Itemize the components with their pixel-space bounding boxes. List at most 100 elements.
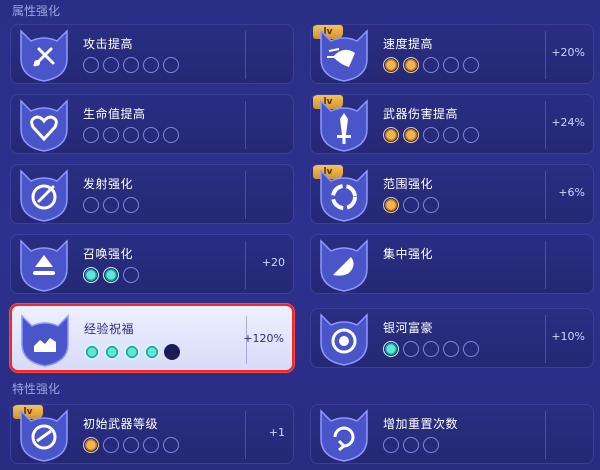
level-pip-filled bbox=[103, 267, 119, 283]
skill-card-exp-blessing[interactable]: 经验祝福 +120% bbox=[10, 304, 294, 372]
level-pips bbox=[83, 127, 179, 143]
card-title: 银河富豪 bbox=[383, 321, 434, 335]
card-value: +20 bbox=[261, 256, 285, 269]
level-pips bbox=[383, 127, 479, 143]
level-pip-empty bbox=[143, 437, 159, 453]
level-pip-empty bbox=[423, 341, 439, 357]
card-value: +24% bbox=[551, 116, 585, 129]
level-pip-filled bbox=[383, 127, 399, 143]
level-pip-empty bbox=[83, 197, 99, 213]
card-title: 速度提高 bbox=[383, 37, 434, 51]
level-pip-empty bbox=[463, 57, 479, 73]
card-title: 攻击提高 bbox=[83, 37, 134, 51]
level-pip-empty bbox=[103, 57, 119, 73]
card-value: +120% bbox=[243, 332, 284, 345]
level-pip-filled bbox=[124, 344, 140, 360]
level-pips bbox=[84, 344, 180, 360]
level-pip-empty bbox=[403, 437, 419, 453]
level-pip-filled bbox=[104, 344, 120, 360]
section-title-trait: 特性强化 bbox=[12, 382, 61, 396]
card-divider bbox=[245, 31, 246, 79]
level-pip-filled bbox=[383, 57, 399, 73]
level-pips bbox=[83, 437, 179, 453]
level-pip-filled bbox=[403, 57, 419, 73]
level-pip-filled bbox=[83, 437, 99, 453]
level-pips bbox=[383, 57, 479, 73]
level-pip-empty bbox=[103, 127, 119, 143]
level-pip-empty bbox=[423, 57, 439, 73]
level-pip-empty bbox=[83, 57, 99, 73]
level-pips bbox=[383, 197, 439, 213]
level-pip-filled bbox=[403, 127, 419, 143]
ring-icon bbox=[320, 169, 368, 222]
level-pip-locked bbox=[164, 344, 180, 360]
focus-icon bbox=[320, 239, 368, 292]
level-pip-empty bbox=[443, 57, 459, 73]
card-title: 经验祝福 bbox=[84, 322, 135, 336]
card-divider bbox=[245, 171, 246, 219]
level-pips bbox=[83, 57, 179, 73]
skill-card-range[interactable]: lv 范围强化 +6% bbox=[310, 164, 594, 224]
launch-icon bbox=[20, 169, 68, 222]
section-title-attribute: 属性强化 bbox=[12, 4, 61, 18]
level-pip-empty bbox=[123, 437, 139, 453]
card-title: 生命值提高 bbox=[83, 107, 146, 121]
level-pip-filled bbox=[383, 341, 399, 357]
level-pip-filled bbox=[144, 344, 160, 360]
level-pip-empty bbox=[123, 267, 139, 283]
card-title: 初始武器等级 bbox=[83, 417, 159, 431]
card-title: 武器伤害提高 bbox=[383, 107, 459, 121]
skill-card-galaxy-rich[interactable]: 银河富豪 +10% bbox=[310, 308, 594, 368]
card-title: 召唤强化 bbox=[83, 247, 134, 261]
level-pips bbox=[383, 341, 479, 357]
level-pip-empty bbox=[163, 437, 179, 453]
card-title: 集中强化 bbox=[383, 247, 434, 261]
card-value: +1 bbox=[268, 426, 285, 439]
card-divider bbox=[245, 101, 246, 149]
level-pip-empty bbox=[443, 127, 459, 143]
level-pip-empty bbox=[423, 127, 439, 143]
level-pip-empty bbox=[163, 57, 179, 73]
skill-card-weapon-damage[interactable]: lv 武器伤害提高 +24% bbox=[310, 94, 594, 154]
skill-card-summon[interactable]: 召唤强化 +20 bbox=[10, 234, 294, 294]
level-pip-empty bbox=[403, 341, 419, 357]
level-pips bbox=[383, 437, 439, 453]
skill-card-speed[interactable]: lv 速度提高 +20% bbox=[310, 24, 594, 84]
skill-card-launch[interactable]: 发射强化 bbox=[10, 164, 294, 224]
level-pip-empty bbox=[103, 197, 119, 213]
card-value: +20% bbox=[551, 46, 585, 59]
reset-icon bbox=[320, 409, 368, 462]
skill-card-initial-weapon-level[interactable]: lv 初始武器等级 +1 bbox=[10, 404, 294, 464]
exp-icon bbox=[21, 314, 69, 367]
level-pip-empty bbox=[403, 197, 419, 213]
level-pip-empty bbox=[83, 127, 99, 143]
level-pip-empty bbox=[123, 197, 139, 213]
level-pip-filled bbox=[383, 197, 399, 213]
sword-shield-icon bbox=[20, 29, 68, 82]
skill-card-attack[interactable]: 攻击提高 bbox=[10, 24, 294, 84]
level-pip-empty bbox=[423, 197, 439, 213]
skill-card-health[interactable]: 生命值提高 bbox=[10, 94, 294, 154]
heart-icon bbox=[20, 99, 68, 152]
level-pip-empty bbox=[143, 127, 159, 143]
level-pip-empty bbox=[143, 57, 159, 73]
speed-icon bbox=[320, 29, 368, 82]
skill-card-reset-count[interactable]: 增加重置次数 bbox=[310, 404, 594, 464]
level-pip-empty bbox=[463, 341, 479, 357]
level-pip-empty bbox=[463, 127, 479, 143]
level-pip-empty bbox=[103, 437, 119, 453]
level-pip-filled bbox=[83, 267, 99, 283]
level-pip-filled bbox=[84, 344, 100, 360]
level-pip-empty bbox=[423, 437, 439, 453]
level-pip-empty bbox=[163, 127, 179, 143]
card-title: 范围强化 bbox=[383, 177, 434, 191]
coin-icon bbox=[320, 313, 368, 366]
level-pip-empty bbox=[443, 341, 459, 357]
card-title: 发射强化 bbox=[83, 177, 134, 191]
skill-card-focus[interactable]: 集中强化 bbox=[310, 234, 594, 294]
level-pips bbox=[83, 197, 139, 213]
weapon-level-icon bbox=[20, 409, 68, 462]
card-value: +10% bbox=[551, 330, 585, 343]
level-pip-empty bbox=[123, 127, 139, 143]
card-title: 增加重置次数 bbox=[383, 417, 459, 431]
